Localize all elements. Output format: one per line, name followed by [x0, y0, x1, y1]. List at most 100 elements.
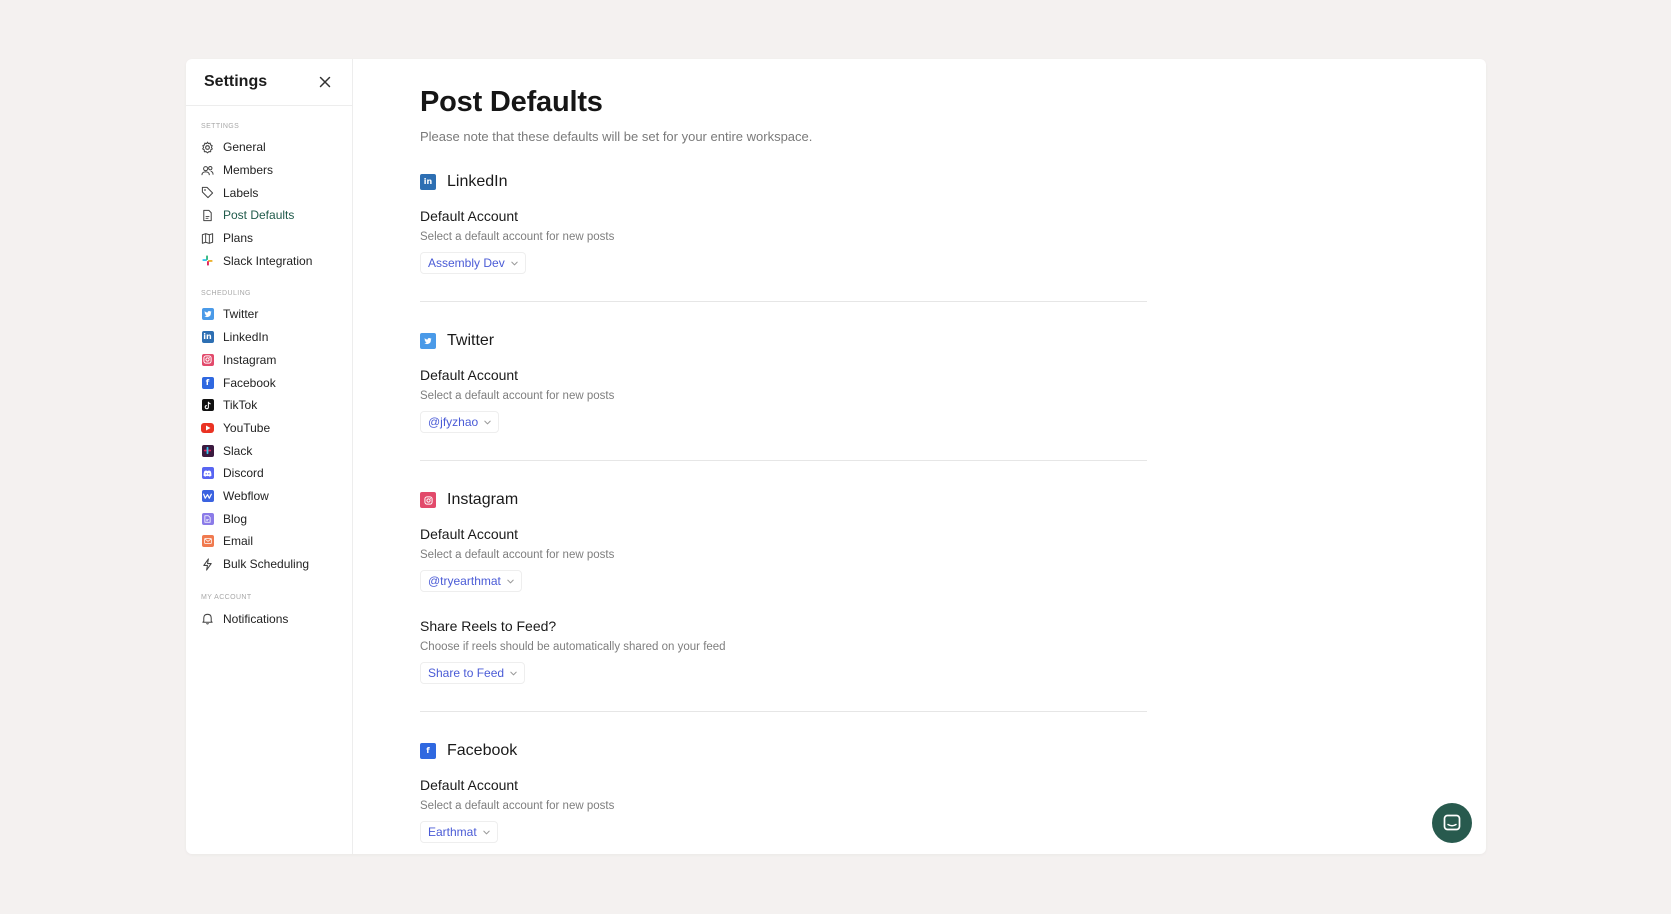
- field-title: Default Account: [420, 208, 519, 224]
- sidebar-item-label: YouTube: [223, 420, 271, 435]
- account-select-twitter[interactable]: @jfyzhao: [420, 411, 500, 433]
- sidebar-item-label: TikTok: [223, 398, 258, 413]
- field-title: Share Reels to Feed?: [420, 618, 557, 634]
- sidebar-item-label: Webflow: [223, 488, 269, 503]
- select-wrapper: Earthmat: [420, 812, 1147, 843]
- lightning-icon: [201, 557, 214, 571]
- sidebar-item-tiktok[interactable]: TikTok: [201, 394, 352, 417]
- platform-section-instagram: Instagram Default Account Select a default…: [420, 491, 1147, 712]
- platform-header: f Facebook: [420, 742, 1147, 760]
- chevron-down-icon: [506, 577, 515, 586]
- sidebar-item-label: Bulk Scheduling: [223, 557, 310, 572]
- sidebar-item-general[interactable]: General: [201, 136, 352, 159]
- page-subtitle: Please note that these defaults will be …: [420, 129, 813, 144]
- platform-header: Twitter: [420, 332, 1147, 350]
- chevron-down-icon: [510, 261, 518, 265]
- instagram-icon: [420, 492, 436, 508]
- slack-icon: [201, 254, 214, 267]
- chevron-down-icon: [484, 420, 491, 424]
- account-select-linkedin[interactable]: Assembly Dev: [420, 252, 526, 274]
- sidebar-item-email[interactable]: Email: [201, 530, 352, 553]
- sidebar-item-slack-integration[interactable]: Slack Integration: [201, 249, 352, 272]
- sidebar-section-label: SETTINGS: [201, 123, 240, 130]
- sidebar-item-instagram[interactable]: Instagram: [201, 349, 352, 372]
- twitter-icon: [420, 333, 436, 349]
- sidebar-item-label: LinkedIn: [223, 330, 269, 345]
- sidebar-item-youtube[interactable]: YouTube: [201, 417, 352, 440]
- platform-list: in LinkedIn Default Account Select a defaul…: [420, 173, 1486, 843]
- discord-icon: [201, 467, 214, 480]
- facebook-icon: f: [201, 376, 214, 389]
- sidebar-item-slack[interactable]: Slack: [201, 439, 352, 462]
- close-button[interactable]: [316, 73, 334, 91]
- gear-icon: [201, 141, 214, 154]
- document-icon: [201, 209, 214, 222]
- chevron-down-icon: [507, 579, 514, 583]
- section-divider: [420, 460, 1147, 461]
- sidebar-item-label: Members: [223, 163, 274, 178]
- select-wrapper: @jfyzhao: [420, 402, 1147, 433]
- account-select-instagram[interactable]: @tryearthmat: [420, 570, 522, 592]
- select-value: @tryearthmat: [428, 574, 501, 588]
- platform-name: Instagram: [447, 491, 519, 508]
- twitter-icon: [201, 308, 214, 321]
- sidebar-item-facebook[interactable]: f Facebook: [201, 371, 352, 394]
- chevron-down-icon: [509, 669, 518, 678]
- sidebar-item-blog[interactable]: Blog: [201, 507, 352, 530]
- sidebar-title: Settings: [204, 73, 268, 90]
- account-select-facebook[interactable]: Earthmat: [420, 821, 498, 843]
- field-description: Select a default account for new posts: [420, 231, 615, 243]
- platform-name: Facebook: [447, 742, 518, 759]
- sidebar-item-labels[interactable]: Labels: [201, 181, 352, 204]
- select-value: Assembly Dev: [428, 256, 505, 270]
- sidebar-item-label: Post Defaults: [223, 208, 295, 223]
- sidebar-item-notifications[interactable]: Notifications: [201, 607, 352, 630]
- sidebar-item-webflow[interactable]: Webflow: [201, 485, 352, 508]
- platform-name: LinkedIn: [447, 173, 508, 190]
- chevron-down-icon: [482, 830, 490, 834]
- tag-icon: [201, 186, 214, 199]
- field-description: Choose if reels should be automatically …: [420, 641, 726, 653]
- platform-header: in LinkedIn: [420, 173, 1147, 191]
- sidebar-item-label: Facebook: [223, 375, 276, 390]
- sidebar-item-discord[interactable]: Discord: [201, 462, 352, 485]
- field-description: Select a default account for new posts: [420, 800, 615, 812]
- platform-header: Instagram: [420, 491, 1147, 509]
- platform-section-linkedin: in LinkedIn Default Account Select a defaul…: [420, 173, 1147, 302]
- sidebar-header: Settings: [186, 59, 352, 106]
- sidebar-item-bulk-scheduling[interactable]: Bulk Scheduling: [201, 553, 352, 576]
- instagram-icon: [201, 353, 214, 366]
- chevron-down-icon: [510, 259, 519, 268]
- field-title: Default Account: [420, 367, 519, 383]
- chevron-down-icon: [483, 418, 492, 427]
- select-value: @jfyzhao: [428, 415, 479, 429]
- sidebar-item-post-defaults[interactable]: Post Defaults: [201, 204, 352, 227]
- webflow-icon: [201, 489, 214, 502]
- sidebar-item-twitter[interactable]: Twitter: [201, 303, 352, 326]
- sidebar-item-members[interactable]: Members: [201, 159, 352, 182]
- sidebar-item-label: Plans: [223, 231, 254, 246]
- sidebar-item-label: Labels: [223, 185, 259, 200]
- settings-sidebar: Settings SETTINGS General Members Labels Pos…: [186, 59, 353, 854]
- sidebar-item-label: Blog: [223, 511, 248, 526]
- settings-modal: Settings SETTINGS General Members Labels Pos…: [186, 59, 1486, 854]
- chevron-down-icon: [510, 671, 517, 675]
- sidebar-item-label: Discord: [223, 466, 264, 481]
- sidebar-item-label: General: [223, 140, 266, 155]
- section-divider: [420, 711, 1147, 712]
- chat-icon: [1443, 814, 1461, 831]
- sidebar-item-label: Twitter: [223, 307, 259, 322]
- map-icon: [201, 232, 214, 245]
- sidebar-nav: SETTINGS General Members Labels Post Default…: [186, 123, 352, 630]
- sidebar-item-linkedin[interactable]: in LinkedIn: [201, 326, 352, 349]
- main-content: Post Defaults Please note that these def…: [353, 59, 1486, 854]
- help-chat-button[interactable]: [1432, 803, 1472, 843]
- sidebar-item-label: Slack Integration: [223, 253, 313, 268]
- account-select-instagram-share-reels-to-feed[interactable]: Share to Feed: [420, 662, 526, 684]
- blog-icon: [201, 512, 214, 525]
- sidebar-section-label: MY ACCOUNT: [201, 594, 252, 602]
- select-value: Earthmat: [428, 825, 477, 839]
- sidebar-item-label: Instagram: [223, 352, 277, 367]
- select-wrapper: Assembly Dev: [420, 243, 1147, 274]
- sidebar-item-plans[interactable]: Plans: [201, 227, 352, 250]
